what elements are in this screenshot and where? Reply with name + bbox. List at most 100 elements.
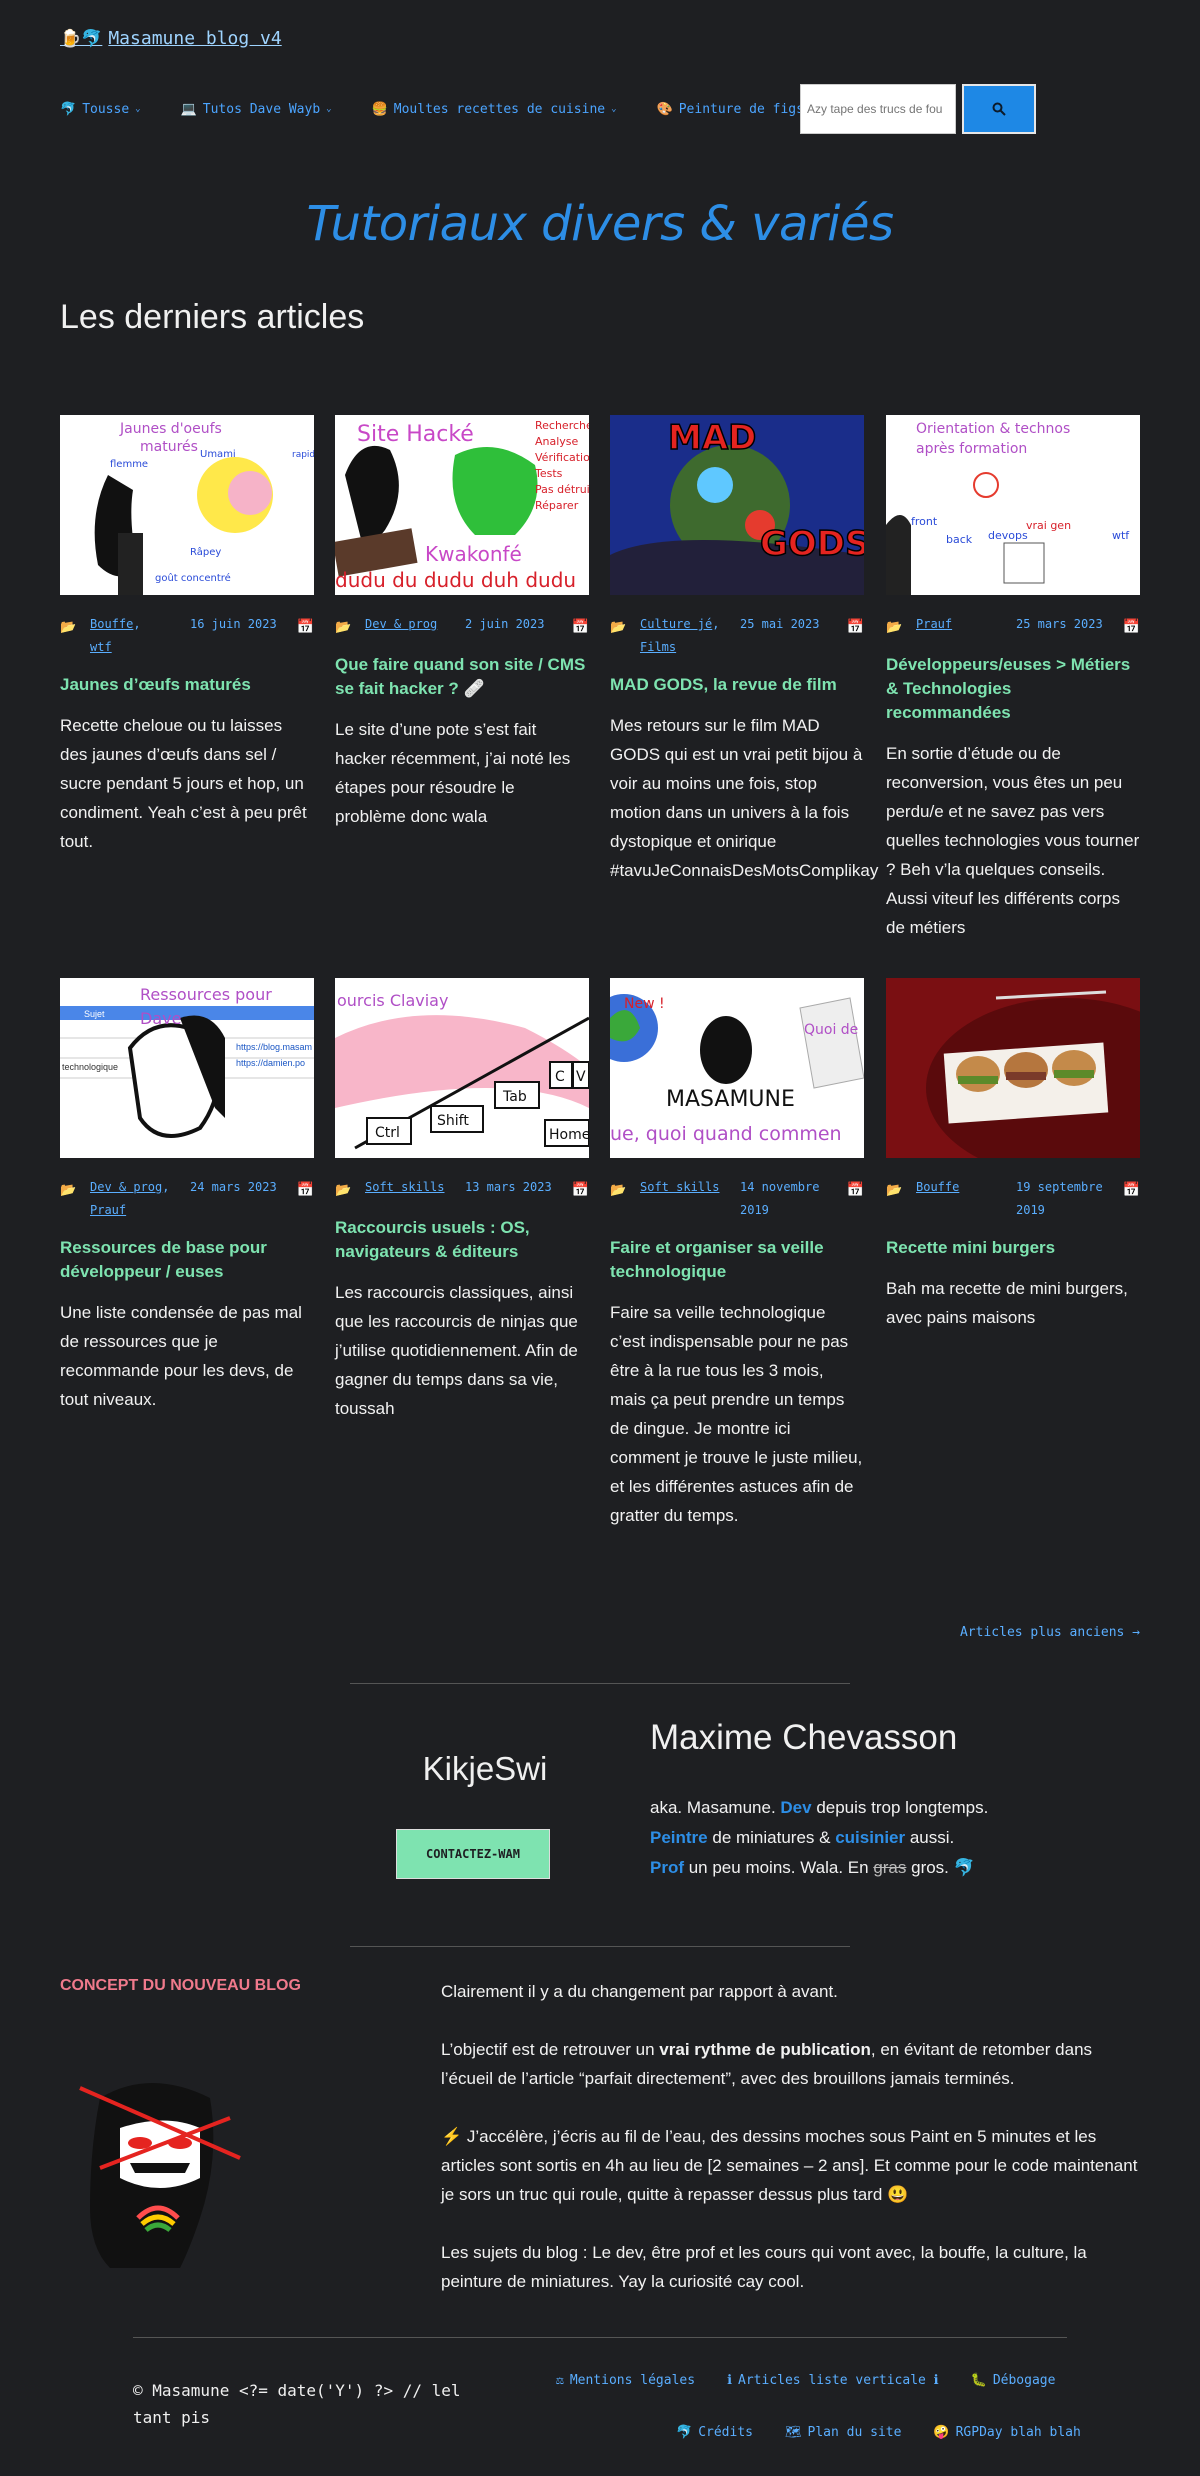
contact-button[interactable]: CONTACTEZ-WAM: [396, 1829, 550, 1879]
svg-text:Ressources pour: Ressources pour: [140, 985, 272, 1004]
copyright: © Masamune <?= date('Y') ?> // lel tant …: [133, 2381, 461, 2427]
post-card: ourcis Claviay Ctrl Shift Tab C V Home 📂…: [335, 978, 589, 1423]
svg-text:Dave: Dave: [140, 1009, 181, 1028]
footer-link-label: Plan du site: [807, 2425, 902, 2440]
footer-link-debug[interactable]: 🐛 Débogage: [971, 2373, 1056, 2388]
svg-text:Réparer: Réparer: [535, 499, 579, 512]
svg-text:après formation: après formation: [916, 441, 1027, 457]
post-title[interactable]: Développeurs/euses > Métiers & Technolog…: [886, 653, 1140, 725]
svg-text:Recherche: Recherche: [535, 419, 589, 432]
svg-text:maturés: maturés: [140, 439, 198, 455]
post-meta: 📂 Soft skills 13 mars 2023 📅: [335, 1176, 589, 1202]
nav-item-recettes[interactable]: 🍔 Moultes recettes de cuisine ⌄: [372, 102, 617, 117]
category-link[interactable]: Films: [640, 640, 676, 654]
post-thumbnail[interactable]: Orientation & technos après formation fr…: [886, 415, 1140, 595]
post-title[interactable]: Jaunes d’œufs maturés: [60, 673, 314, 697]
post-thumbnail[interactable]: Jaunes d'oeufs maturés Umami flemme Râpe…: [60, 415, 314, 595]
beer-dolphin-icon: 🍺🐬: [60, 28, 103, 49]
post-title[interactable]: Recette mini burgers: [886, 1236, 1140, 1260]
folder-icon: 📂: [60, 620, 77, 635]
post-title[interactable]: MAD GODS, la revue de film: [610, 673, 864, 697]
author-avatar-drawing: [79, 2083, 241, 2268]
svg-text:Ctrl: Ctrl: [375, 1125, 400, 1141]
category-link[interactable]: Dev & prog: [365, 617, 437, 631]
footer-link-label: Débogage: [992, 2373, 1056, 2388]
svg-text:Jaunes d'oeufs: Jaunes d'oeufs: [119, 421, 222, 437]
post-thumbnail[interactable]: [886, 978, 1140, 1158]
category-link[interactable]: Soft skills: [365, 1180, 444, 1194]
footer-link-credits[interactable]: 🐬 Crédits: [676, 2425, 753, 2440]
category-link[interactable]: wtf: [90, 640, 112, 654]
text-segment: Les sujets du blog : Le dev, être prof e…: [441, 2243, 1087, 2291]
concept-text: Clairement il y a du changement par rapp…: [441, 1977, 1141, 2325]
calendar-icon: 📅: [296, 1182, 314, 1198]
post-date: 19 septembre 2019: [1016, 1180, 1103, 1217]
svg-text:dudu du dudu duh dudu: dudu du dudu duh dudu: [335, 568, 576, 592]
post-date: 25 mai 2023: [740, 617, 820, 631]
nav-item-peinture[interactable]: 🎨Peinture de figs⌄: [657, 102, 816, 117]
calendar-icon: 📅: [571, 1182, 589, 1198]
svg-text:https://blog.masam: https://blog.masam: [236, 1042, 312, 1052]
svg-text:Tab: Tab: [502, 1089, 527, 1105]
footer-link-sitemap[interactable]: 🗺 Plan du site: [785, 2425, 901, 2440]
post-excerpt: Bah ma recette de mini burgers, avec pai…: [886, 1279, 1128, 1327]
nav-item-label: Peinture de figs: [678, 101, 804, 117]
footer-link-mentions[interactable]: ⚖ Mentions légales: [556, 2373, 695, 2388]
chevron-down-icon: ⌄: [611, 104, 617, 114]
author-name: Maxime Chevasson: [650, 1718, 958, 1757]
post-thumbnail[interactable]: Site Hacké Recherche Analyse Vérificatio…: [335, 415, 589, 595]
author-bio-line: aka. Masamune. Dev depuis trop longtemps…: [650, 1793, 990, 1823]
post-thumbnail[interactable]: New ! Quoi de MASAMUNE ue, quoi quand co…: [610, 978, 864, 1158]
svg-text:https://damien.po: https://damien.po: [236, 1058, 305, 1068]
post-thumbnail[interactable]: Ressources pour Dave Sujet technologique…: [60, 978, 314, 1158]
svg-text:Home: Home: [549, 1127, 589, 1143]
category-link[interactable]: Bouffe: [916, 1180, 959, 1194]
svg-text:rapid: rapid: [292, 450, 314, 460]
footer-link-articles-list[interactable]: ℹ Articles liste verticale ℹ: [727, 2373, 939, 2388]
nav-item-label: Tutos Dave Wayb: [202, 101, 321, 117]
post-meta: 📂 Culture jé, Films 25 mai 2023 📅: [610, 613, 864, 659]
post-title[interactable]: Ressources de base pour développeur / eu…: [60, 1236, 314, 1284]
post-title[interactable]: Que faire quand son site / CMS se fait h…: [335, 653, 589, 701]
text-segment: aussi.: [905, 1828, 955, 1847]
nav-item-tutos[interactable]: 💻 Tutos Dave Wayb ⌄: [181, 102, 332, 117]
nav-item-label: Tousse: [82, 101, 130, 117]
bug-icon: 🐛: [970, 2373, 987, 2388]
divider: [350, 1683, 850, 1684]
post-meta: 📂 Bouffe, wtf 16 juin 2023 📅: [60, 613, 314, 659]
search-button[interactable]: [962, 84, 1036, 134]
older-articles-link[interactable]: Articles plus anciens →: [960, 1625, 1140, 1640]
category-link[interactable]: Soft skills: [640, 1180, 719, 1194]
text-segment: aka. Masamune.: [650, 1798, 781, 1817]
svg-text:back: back: [946, 533, 973, 546]
site-title-link[interactable]: 🍺🐬 Masamune blog v4: [60, 28, 282, 49]
post-date: 13 mars 2023: [465, 1180, 552, 1194]
search-input[interactable]: [800, 84, 956, 134]
svg-text:flemme: flemme: [110, 459, 148, 470]
post-title[interactable]: Raccourcis usuels : OS, navigateurs & éd…: [335, 1216, 589, 1264]
post-thumbnail[interactable]: MAD GODS: [610, 415, 864, 595]
post-title[interactable]: Faire et organiser sa veille technologiq…: [610, 1236, 864, 1284]
post-card: MAD GODS 📂 Culture jé, Films 25 mai 2023 …: [610, 415, 878, 885]
text-segment: un peu moins. Wala. En: [684, 1858, 874, 1877]
author-bio-line: Prof un peu moins. Wala. En gras gros. 🐬: [650, 1853, 990, 1883]
post-card: Site Hacké Recherche Analyse Vérificatio…: [335, 415, 589, 831]
author-bio-line: Peintre de miniatures & cuisinier aussi.: [650, 1823, 990, 1853]
category-link[interactable]: Prauf: [90, 1203, 126, 1217]
footer-link-label: Articles liste verticale ℹ: [738, 2373, 939, 2388]
footer-link-rgpd[interactable]: 🤪 RGPDay blah blah: [933, 2425, 1080, 2440]
burger-icon: 🍔: [371, 101, 388, 117]
category-link[interactable]: Prauf: [916, 617, 952, 631]
nav-item-tousse[interactable]: 🐬 Tousse ⌄: [60, 102, 141, 117]
category-link[interactable]: Bouffe: [90, 617, 133, 631]
svg-text:Orientation & technos: Orientation & technos: [916, 421, 1070, 437]
chevron-down-icon: ⌄: [135, 104, 141, 114]
post-meta: 📂 Bouffe 19 septembre 2019 📅: [886, 1176, 1140, 1222]
category-link[interactable]: Dev & prog: [90, 1180, 162, 1194]
palette-icon: 🎨: [656, 101, 673, 117]
category-link[interactable]: Culture jé: [640, 617, 712, 631]
folder-icon: 📂: [610, 1183, 627, 1198]
footer-link-label: RGPDay blah blah: [955, 2425, 1081, 2440]
post-thumbnail[interactable]: ourcis Claviay Ctrl Shift Tab C V Home: [335, 978, 589, 1158]
post-card: Orientation & technos après formation fr…: [886, 415, 1140, 942]
